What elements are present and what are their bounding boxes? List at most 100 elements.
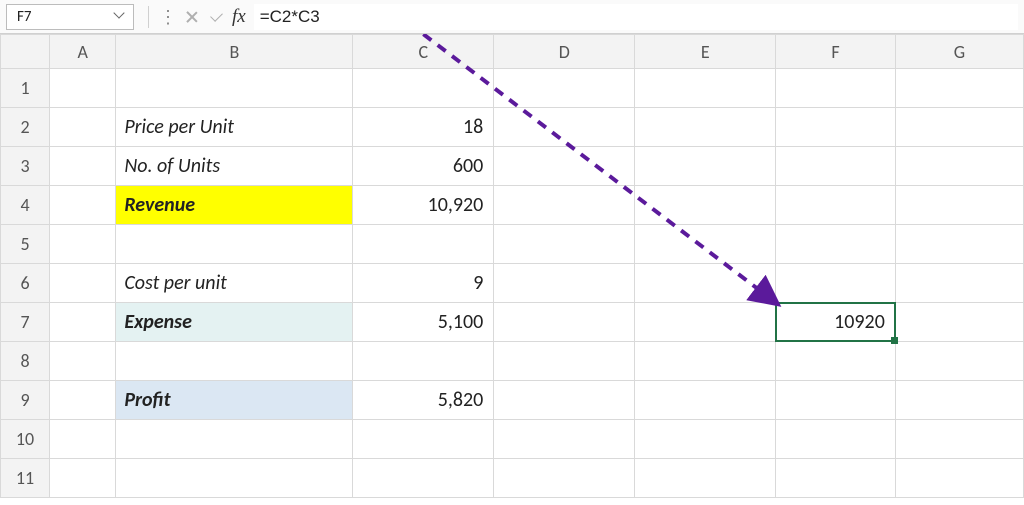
cell-d6[interactable] [494, 264, 635, 303]
cell-f4[interactable] [776, 186, 896, 225]
cell-a6[interactable] [50, 264, 116, 303]
row-header-2[interactable]: 2 [1, 108, 50, 147]
cell-e1[interactable] [635, 69, 776, 108]
cell-c2[interactable]: 18 [353, 108, 494, 147]
cell-a7[interactable] [50, 303, 116, 342]
cell-g2[interactable] [895, 108, 1023, 147]
cell-e2[interactable] [635, 108, 776, 147]
cell-a2[interactable] [50, 108, 116, 147]
cell-a4[interactable] [50, 186, 116, 225]
cell-b2[interactable]: Price per Unit [116, 108, 353, 147]
cell-d8[interactable] [494, 342, 635, 381]
cell-f11[interactable] [776, 459, 896, 498]
row-header-10[interactable]: 10 [1, 420, 50, 459]
cell-c7[interactable]: 5,100 [353, 303, 494, 342]
col-header-b[interactable]: B [116, 35, 353, 69]
cell-g5[interactable] [895, 225, 1023, 264]
cell-c10[interactable] [353, 420, 494, 459]
col-header-f[interactable]: F [776, 35, 896, 69]
cell-c9[interactable]: 5,820 [353, 381, 494, 420]
row-header-9[interactable]: 9 [1, 381, 50, 420]
cell-c3[interactable]: 600 [353, 147, 494, 186]
col-header-d[interactable]: D [494, 35, 635, 69]
cell-g11[interactable] [895, 459, 1023, 498]
cell-g10[interactable] [895, 420, 1023, 459]
cell-b10[interactable] [116, 420, 353, 459]
cell-c6[interactable]: 9 [353, 264, 494, 303]
cell-d10[interactable] [494, 420, 635, 459]
cell-e3[interactable] [635, 147, 776, 186]
cell-f8[interactable] [776, 342, 896, 381]
cell-g6[interactable] [895, 264, 1023, 303]
cell-b9[interactable]: Profit [116, 381, 353, 420]
cell-c8[interactable] [353, 342, 494, 381]
row-header-1[interactable]: 1 [1, 69, 50, 108]
more-icon[interactable]: ⋮ [155, 8, 180, 26]
cell-g1[interactable] [895, 69, 1023, 108]
chevron-down-icon[interactable] [115, 11, 127, 23]
cell-g7[interactable] [895, 303, 1023, 342]
cell-c1[interactable] [353, 69, 494, 108]
cell-a5[interactable] [50, 225, 116, 264]
cell-e4[interactable] [635, 186, 776, 225]
cell-c5[interactable] [353, 225, 494, 264]
row-header-6[interactable]: 6 [1, 264, 50, 303]
cell-e6[interactable] [635, 264, 776, 303]
cell-a8[interactable] [50, 342, 116, 381]
cell-d5[interactable] [494, 225, 635, 264]
cell-f9[interactable] [776, 381, 896, 420]
cell-f6[interactable] [776, 264, 896, 303]
cell-d1[interactable] [494, 69, 635, 108]
cell-b4[interactable]: Revenue [116, 186, 353, 225]
cancel-button[interactable] [180, 5, 204, 29]
row-header-4[interactable]: 4 [1, 186, 50, 225]
cell-d9[interactable] [494, 381, 635, 420]
cell-f5[interactable] [776, 225, 896, 264]
name-box[interactable]: F7 [6, 4, 134, 30]
spreadsheet[interactable]: A B C D E F G 1 2 Price per Unit 18 3 No… [0, 34, 1024, 498]
row-header-5[interactable]: 5 [1, 225, 50, 264]
enter-button[interactable] [204, 5, 228, 29]
cell-f1[interactable] [776, 69, 896, 108]
cell-a1[interactable] [50, 69, 116, 108]
cell-b5[interactable] [116, 225, 353, 264]
cell-d4[interactable] [494, 186, 635, 225]
col-header-c[interactable]: C [353, 35, 494, 69]
row-header-7[interactable]: 7 [1, 303, 50, 342]
cell-e5[interactable] [635, 225, 776, 264]
cell-f7[interactable]: 10920 [776, 303, 896, 342]
row-header-3[interactable]: 3 [1, 147, 50, 186]
cell-g4[interactable] [895, 186, 1023, 225]
cell-e10[interactable] [635, 420, 776, 459]
cell-g3[interactable] [895, 147, 1023, 186]
cell-d7[interactable] [494, 303, 635, 342]
formula-input[interactable] [254, 4, 1018, 30]
cell-f3[interactable] [776, 147, 896, 186]
row-header-8[interactable]: 8 [1, 342, 50, 381]
row-header-11[interactable]: 11 [1, 459, 50, 498]
cell-a10[interactable] [50, 420, 116, 459]
cell-f10[interactable] [776, 420, 896, 459]
cell-d3[interactable] [494, 147, 635, 186]
cell-e8[interactable] [635, 342, 776, 381]
col-header-a[interactable]: A [50, 35, 116, 69]
cell-a11[interactable] [50, 459, 116, 498]
cell-e9[interactable] [635, 381, 776, 420]
cell-b1[interactable] [116, 69, 353, 108]
cell-e11[interactable] [635, 459, 776, 498]
cell-b11[interactable] [116, 459, 353, 498]
fill-handle[interactable] [891, 337, 898, 344]
cell-b6[interactable]: Cost per unit [116, 264, 353, 303]
col-header-g[interactable]: G [895, 35, 1023, 69]
cell-a9[interactable] [50, 381, 116, 420]
cell-b7[interactable]: Expense [116, 303, 353, 342]
cell-f2[interactable] [776, 108, 896, 147]
cell-g9[interactable] [895, 381, 1023, 420]
cell-d2[interactable] [494, 108, 635, 147]
cell-a3[interactable] [50, 147, 116, 186]
cell-g8[interactable] [895, 342, 1023, 381]
select-all-corner[interactable] [1, 35, 50, 69]
fx-icon[interactable]: fx [228, 6, 254, 28]
cell-b3[interactable]: No. of Units [116, 147, 353, 186]
cell-b8[interactable] [116, 342, 353, 381]
